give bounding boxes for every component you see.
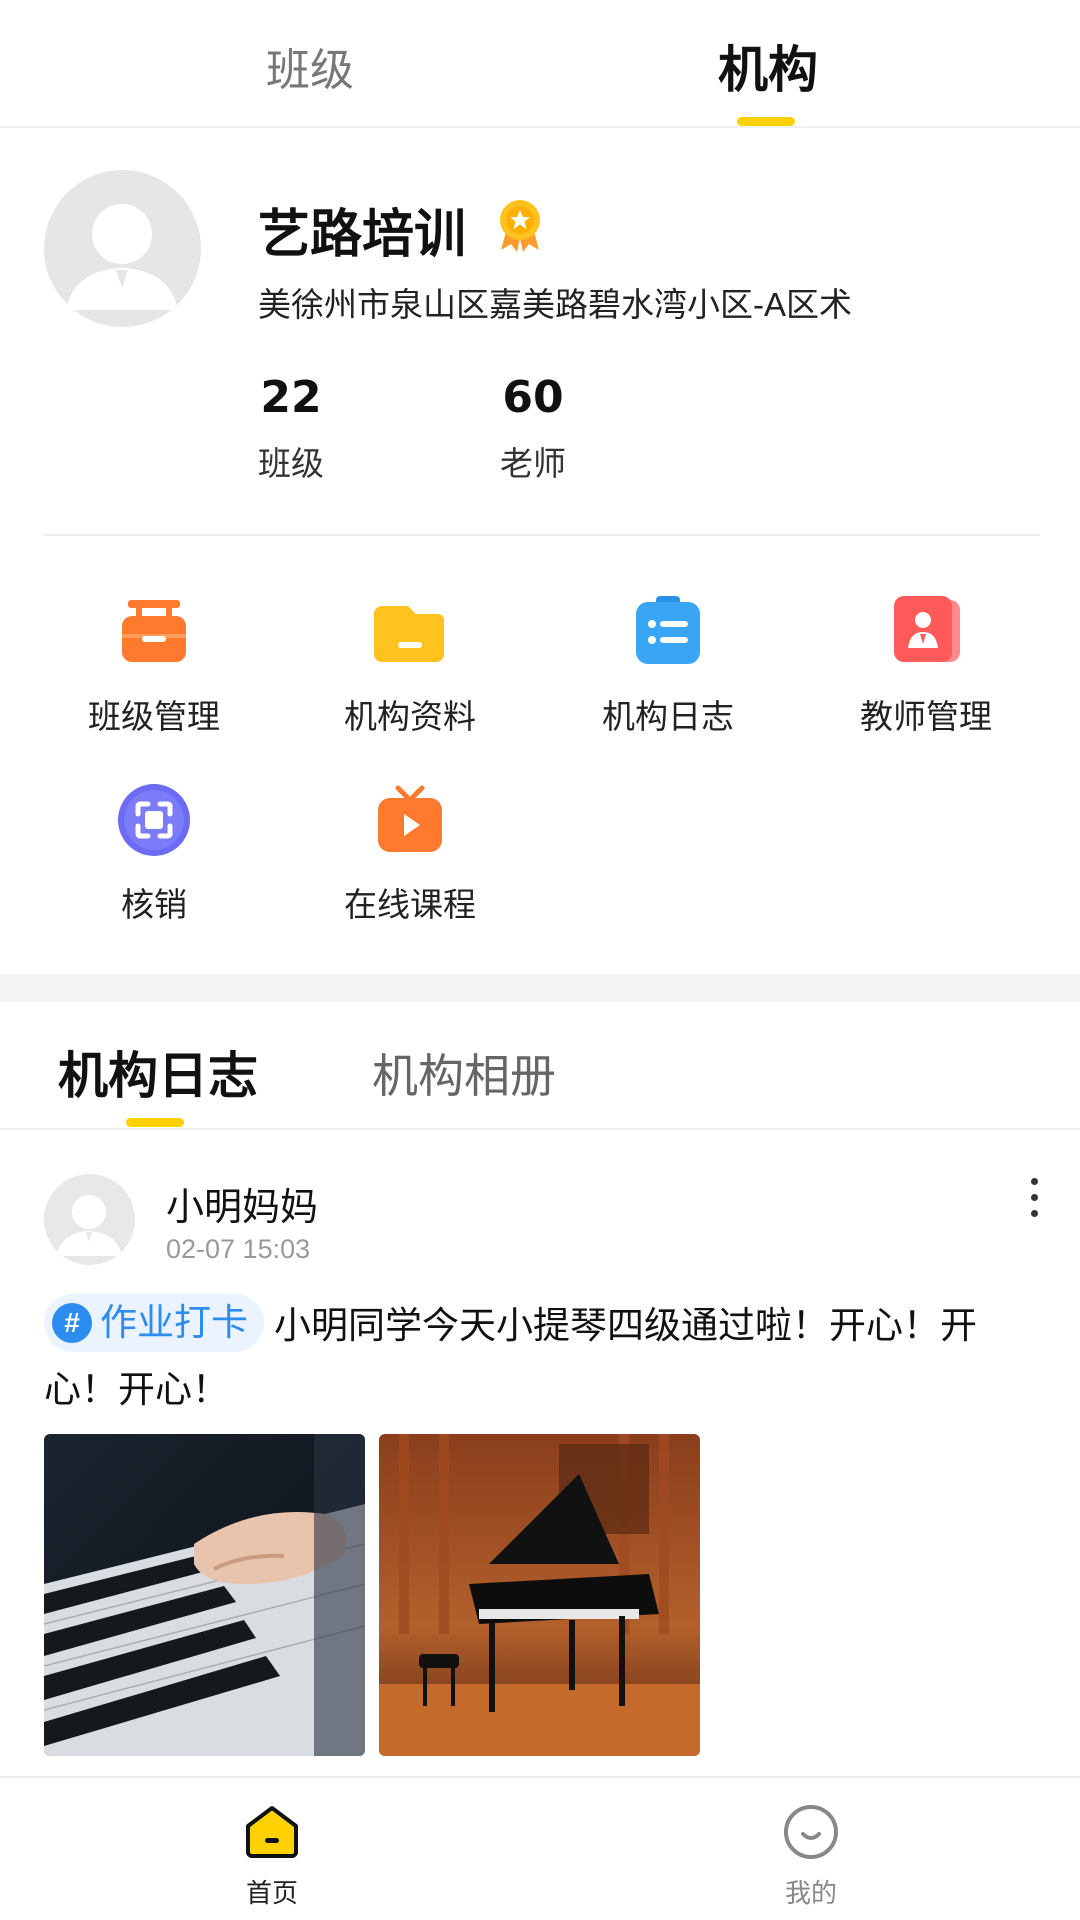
func-label: 在线课程	[344, 886, 476, 923]
section-separator	[0, 974, 1080, 1002]
nav-home[interactable]: 首页	[212, 1804, 332, 1910]
org-name: 艺路培训	[258, 206, 467, 264]
stat-value: 60	[502, 372, 564, 423]
active-tab-indicator	[126, 1118, 184, 1127]
top-tab-bar: 班级 机构	[0, 0, 1080, 128]
stat-teachers[interactable]: 60 老师	[473, 372, 593, 485]
tab-org-journal[interactable]: 机构日志	[58, 1036, 258, 1108]
post-timestamp: 02-07 15:03	[166, 1234, 311, 1264]
func-org-profile[interactable]: 机构资料	[310, 596, 510, 738]
func-verify[interactable]: 核销	[54, 784, 254, 926]
func-label: 机构日志	[602, 698, 734, 735]
func-teacher-management[interactable]: 教师管理	[826, 596, 1026, 738]
smile-face-icon	[784, 1805, 838, 1859]
org-address: 美徐州市泉山区嘉美路碧水湾小区-A区术	[258, 286, 852, 323]
func-label: 班级管理	[88, 698, 220, 735]
scan-icon	[118, 784, 190, 856]
nav-label: 首页	[245, 1878, 298, 1908]
nav-me[interactable]: 我的	[751, 1804, 871, 1910]
post-author-name[interactable]: 小明妈妈	[166, 1176, 318, 1231]
certified-medal-icon	[495, 198, 545, 254]
folder-icon	[374, 596, 446, 668]
func-label: 核销	[121, 886, 187, 923]
divider	[0, 1128, 1080, 1130]
tab-org-album[interactable]: 机构相册	[372, 1040, 556, 1106]
post-photo-piano-keys[interactable]	[44, 1434, 365, 1756]
more-options-icon[interactable]	[1026, 1178, 1042, 1224]
func-org-journal[interactable]: 机构日志	[568, 596, 768, 738]
teacher-badge-icon	[890, 596, 962, 668]
hashtag-icon: #	[52, 1303, 92, 1344]
stat-classes[interactable]: 22 班级	[231, 372, 351, 485]
post-photo-grand-piano[interactable]	[379, 1434, 700, 1756]
org-avatar[interactable]	[44, 170, 201, 327]
func-label: 教师管理	[860, 698, 992, 735]
tab-organization[interactable]: 机构	[718, 30, 818, 102]
post-tag-label: 作业打卡	[100, 1302, 248, 1343]
post-content: # 作业打卡 小明同学今天小提琴四级通过啦！开心！开心！开心！	[44, 1294, 1044, 1422]
nav-label: 我的	[784, 1878, 837, 1908]
stat-label: 老师	[500, 445, 566, 482]
tv-play-icon	[374, 784, 446, 856]
func-class-management[interactable]: 班级管理	[54, 596, 254, 738]
stat-value: 22	[260, 372, 322, 423]
class-management-icon	[118, 596, 190, 668]
home-icon	[246, 1806, 298, 1858]
post-tag[interactable]: # 作业打卡	[44, 1294, 264, 1352]
tab-class[interactable]: 班级	[266, 34, 354, 98]
divider	[44, 534, 1040, 536]
func-label: 机构资料	[344, 698, 476, 735]
active-tab-indicator	[737, 117, 795, 126]
post-author-avatar[interactable]	[44, 1174, 135, 1265]
bottom-navigation: 首页 我的	[0, 1776, 1080, 1920]
journal-list-icon	[632, 596, 704, 668]
func-online-course[interactable]: 在线课程	[310, 784, 510, 926]
stat-label: 班级	[258, 445, 324, 482]
